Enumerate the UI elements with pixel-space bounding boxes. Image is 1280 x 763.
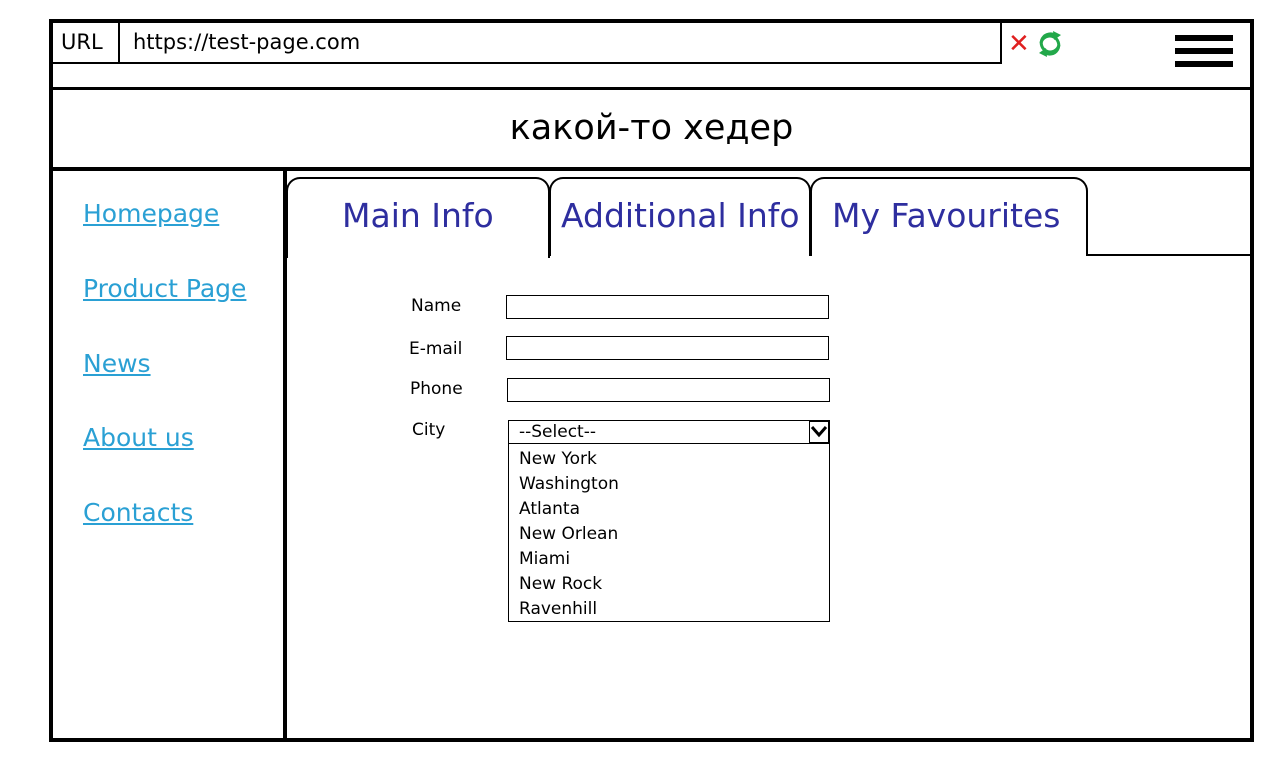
refresh-icon[interactable] [1036, 29, 1064, 59]
sidebar: Homepage Product Page News About us Cont… [53, 171, 287, 742]
address-bar[interactable]: URL https://test-page.com [53, 23, 1002, 64]
city-selected-value: --Select-- [519, 422, 596, 442]
url-value[interactable]: https://test-page.com [133, 23, 360, 62]
phone-field[interactable] [507, 378, 830, 402]
tab-label: Main Info [342, 196, 494, 235]
sidebar-item-product-page[interactable]: Product Page [83, 274, 246, 303]
tab-additional-info[interactable]: Additional Info [549, 177, 811, 256]
close-icon[interactable]: ✕ [1008, 31, 1030, 57]
city-option[interactable]: New Orlean [509, 522, 829, 547]
city-option[interactable]: New Rock [509, 572, 829, 597]
url-label: URL [53, 23, 120, 62]
tab-main-info[interactable]: Main Info [286, 177, 550, 258]
chevron-down-icon[interactable] [809, 421, 829, 443]
tab-label: Additional Info [561, 196, 800, 235]
city-option[interactable]: Atlanta [509, 497, 829, 522]
city-option[interactable]: Washington [509, 472, 829, 497]
email-label: E-mail [409, 339, 463, 359]
sidebar-item-news[interactable]: News [83, 349, 151, 378]
city-option[interactable]: New York [509, 447, 829, 472]
phone-label: Phone [410, 379, 463, 399]
city-select[interactable]: --Select-- [508, 420, 830, 444]
tab-my-favourites[interactable]: My Favourites [810, 177, 1088, 256]
sidebar-item-homepage[interactable]: Homepage [83, 199, 219, 228]
name-label: Name [411, 296, 462, 316]
sidebar-item-about-us[interactable]: About us [83, 423, 194, 452]
city-options-list: New York Washington Atlanta New Orlean M… [508, 443, 830, 622]
city-option[interactable]: Ravenhill [509, 597, 829, 622]
tab-label: My Favourites [832, 196, 1061, 235]
hamburger-icon[interactable] [1175, 35, 1233, 77]
city-option[interactable]: Miami [509, 547, 829, 572]
sidebar-item-contacts[interactable]: Contacts [83, 498, 193, 527]
header-title: какой-то хедер [509, 108, 794, 148]
page-header: какой-то хедер [53, 87, 1250, 171]
email-field[interactable] [506, 336, 829, 360]
city-label: City [412, 420, 446, 440]
browser-window: URL https://test-page.com ✕ какой-то хед… [49, 19, 1254, 742]
name-field[interactable] [506, 295, 829, 319]
